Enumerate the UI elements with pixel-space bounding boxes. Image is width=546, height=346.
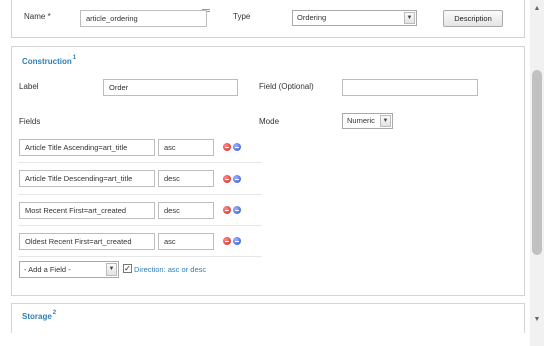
add-field-select[interactable]: - Add a Field - ▼ bbox=[19, 261, 119, 278]
field-direction-input[interactable]: desc bbox=[158, 202, 214, 219]
row-divider bbox=[18, 256, 262, 257]
mode-select-value: Numeric bbox=[347, 116, 375, 125]
vertical-scrollbar[interactable]: ▲ ▼ bbox=[530, 0, 544, 346]
add-field-icon[interactable] bbox=[233, 175, 241, 183]
field-name-input[interactable]: Oldest Recent First=art_created bbox=[19, 233, 155, 250]
type-select-value: Ordering bbox=[297, 13, 327, 22]
field-optional-label: Field (Optional) bbox=[259, 82, 314, 91]
field-name-input[interactable]: Article Title Ascending=art_title bbox=[19, 139, 155, 156]
field-name-input[interactable]: Article Title Descending=art_title bbox=[19, 170, 155, 187]
field-direction-input[interactable]: desc bbox=[158, 170, 214, 187]
label-input[interactable]: Order bbox=[103, 79, 238, 96]
row-divider bbox=[18, 225, 262, 226]
direction-checkbox[interactable]: ✓ bbox=[123, 264, 132, 273]
remove-field-icon[interactable] bbox=[223, 237, 231, 245]
scroll-up-icon[interactable]: ▲ bbox=[530, 2, 544, 16]
storage-panel bbox=[11, 303, 525, 333]
field-direction-input[interactable]: asc bbox=[158, 139, 214, 156]
scroll-down-icon[interactable]: ▼ bbox=[530, 313, 544, 327]
field-optional-input[interactable] bbox=[342, 79, 478, 96]
chevron-down-icon: ▼ bbox=[404, 12, 415, 24]
remove-field-icon[interactable] bbox=[223, 143, 231, 151]
mode-label: Mode bbox=[259, 117, 280, 126]
type-label: Type bbox=[233, 12, 251, 21]
description-button[interactable]: Description bbox=[443, 10, 503, 27]
row-divider bbox=[18, 162, 262, 163]
mode-select[interactable]: Numeric ▼ bbox=[342, 113, 393, 129]
field-direction-input[interactable]: asc bbox=[158, 233, 214, 250]
storage-title: Storage2 bbox=[22, 310, 57, 321]
direction-link[interactable]: Direction: asc or desc bbox=[134, 265, 206, 274]
add-field-icon[interactable] bbox=[233, 237, 241, 245]
row-divider bbox=[18, 194, 262, 195]
scrollbar-thumb[interactable] bbox=[532, 70, 542, 255]
name-label: Name * bbox=[24, 12, 51, 21]
name-input[interactable]: article_ordering bbox=[80, 10, 207, 27]
add-field-icon[interactable] bbox=[233, 143, 241, 151]
add-field-select-value: - Add a Field - bbox=[24, 265, 71, 274]
field-name-input[interactable]: Most Recent First=art_created bbox=[19, 202, 155, 219]
chevron-down-icon: ▼ bbox=[106, 263, 117, 276]
construction-title: Construction1 bbox=[22, 55, 77, 66]
remove-field-icon[interactable] bbox=[223, 175, 231, 183]
type-select[interactable]: Ordering ▼ bbox=[292, 10, 417, 26]
label-label: Label bbox=[19, 82, 39, 91]
remove-field-icon[interactable] bbox=[223, 206, 231, 214]
chevron-down-icon: ▼ bbox=[380, 115, 391, 127]
fields-label: Fields bbox=[19, 117, 41, 126]
add-field-icon[interactable] bbox=[233, 206, 241, 214]
